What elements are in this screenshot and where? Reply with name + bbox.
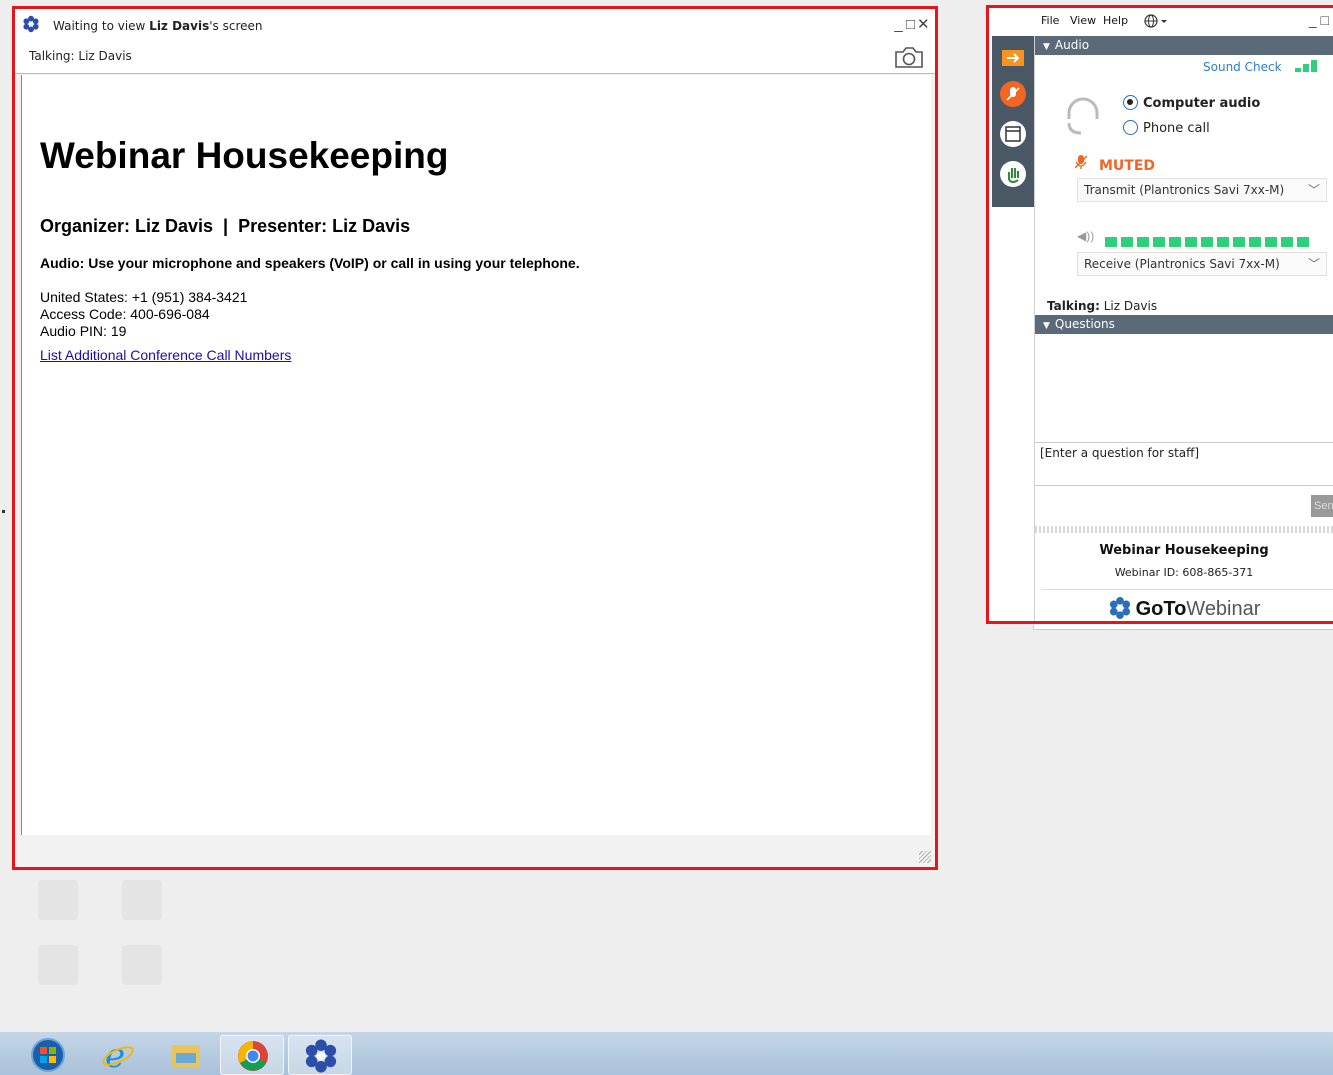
panel-minimize-button[interactable]: _: [1309, 12, 1317, 28]
radio-unselected-icon: [1123, 120, 1138, 135]
taskbar: e: [0, 1031, 1333, 1075]
brand-webinar: Webinar: [1186, 598, 1261, 620]
phone-call-label: Phone call: [1143, 121, 1210, 136]
radio-selected-icon: [1123, 95, 1138, 110]
raise-hand-icon[interactable]: [999, 160, 1027, 188]
panel-window-controls: _ □: [1309, 12, 1329, 28]
menu-file[interactable]: File: [1041, 14, 1059, 27]
slide-audio-instructions: Audio: Use your microphone and speakers …: [40, 255, 580, 271]
brand-divider: [1041, 589, 1333, 590]
receive-device-select[interactable]: Receive (Plantronics Savi 7xx-M) ﹀: [1077, 252, 1327, 276]
computer-audio-option[interactable]: Computer audio: [1123, 95, 1260, 111]
panel-talking-status: Talking: Liz Davis: [1047, 299, 1157, 313]
chevron-down-icon: ﹀: [1307, 183, 1320, 197]
questions-section-label: Questions: [1054, 317, 1115, 331]
chevron-down-icon: ﹀: [1307, 257, 1320, 271]
receive-device-label: Receive (Plantronics Savi 7xx-M): [1084, 257, 1280, 271]
menu-view[interactable]: View: [1070, 14, 1096, 27]
resize-grip[interactable]: [919, 851, 931, 863]
muted-status: MUTED: [1074, 154, 1156, 174]
viewer-window-controls: _ □✕: [893, 15, 929, 33]
viewer-talking-bar: Talking: Liz Davis: [15, 45, 935, 74]
audio-section-label: Audio: [1054, 38, 1090, 52]
screen-window-icon[interactable]: [999, 120, 1027, 148]
maximize-button[interactable]: □: [905, 16, 917, 33]
desktop-icon[interactable]: [122, 945, 162, 985]
viewer-title-bar: Waiting to view Liz Davis's screen _ □✕: [15, 9, 935, 45]
viewer-talking-text: Talking: Liz Davis: [29, 49, 132, 63]
muted-label: MUTED: [1099, 158, 1156, 174]
panel-maximize-button[interactable]: □: [1321, 12, 1329, 28]
microphone-muted-icon[interactable]: [999, 80, 1027, 108]
viewer-title-name: Liz Davis: [149, 19, 210, 33]
speaker-icon: ◀)): [1077, 229, 1095, 243]
viewer-title: Waiting to view Liz Davis's screen: [53, 19, 263, 33]
desktop-icon[interactable]: [38, 880, 78, 920]
camera-icon[interactable]: [893, 44, 925, 70]
talking-label: Talking:: [1047, 299, 1100, 313]
screen-viewer-window: Waiting to view Liz Davis's screen _ □✕ T…: [12, 6, 938, 870]
minimize-button[interactable]: _: [893, 16, 905, 33]
collapse-arrow-icon[interactable]: [999, 44, 1027, 72]
menu-help[interactable]: Help: [1103, 14, 1128, 27]
questions-section-header[interactable]: ▼ Questions: [1035, 315, 1333, 334]
windows-start-icon[interactable]: [16, 1035, 80, 1075]
audio-section-header[interactable]: ▼ Audio: [1035, 36, 1333, 55]
shared-screen-content: Webinar Housekeeping Organizer: Liz Davi…: [21, 75, 931, 835]
globe-icon[interactable]: [1144, 14, 1168, 28]
desktop-icon[interactable]: [38, 945, 78, 985]
slide-subtitle: Organizer: Liz Davis | Presenter: Liz Da…: [40, 216, 411, 236]
slide-access-code: Access Code: 400-696-084: [40, 306, 210, 322]
gotowebinar-brand: GoToWebinar: [1035, 596, 1333, 621]
speaker-level-meter: [1105, 234, 1313, 252]
headset-icon: [1067, 97, 1099, 135]
slide-audio-pin: Audio PIN: 19: [40, 323, 127, 339]
question-input[interactable]: [Enter a question for staff]: [1035, 442, 1333, 486]
send-button[interactable]: Send: [1311, 495, 1333, 517]
close-button[interactable]: ✕: [917, 15, 930, 33]
triangle-down-icon: ▼: [1043, 42, 1050, 52]
triangle-down-icon: ▼: [1043, 321, 1050, 331]
viewer-title-suffix: 's screen: [209, 19, 263, 33]
talking-name: Liz Davis: [1103, 299, 1158, 313]
phone-call-option[interactable]: Phone call: [1123, 120, 1210, 136]
gotowebinar-control-panel: File View Help _ □ ▼ Audio Sound Check C…: [986, 5, 1333, 624]
muted-mic-icon: [1074, 154, 1088, 174]
panel-side-toolbar: [992, 36, 1034, 207]
panel-divider: [1035, 526, 1333, 533]
webinar-name: Webinar Housekeeping: [1099, 543, 1269, 558]
additional-numbers-link[interactable]: List Additional Conference Call Numbers: [40, 347, 291, 363]
panel-menu-bar: File View Help _ □: [989, 8, 1333, 36]
panel-bottom-edge: [1033, 624, 1333, 630]
computer-audio-label: Computer audio: [1143, 96, 1261, 111]
brand-goto: GoTo: [1135, 598, 1187, 620]
webinar-id: Webinar ID: 608-865-371: [1114, 566, 1254, 579]
panel-body: ▼ Audio Sound Check Computer audio Phone …: [1034, 36, 1333, 621]
chrome-icon[interactable]: [220, 1035, 284, 1075]
transmit-device-select[interactable]: Transmit (Plantronics Savi 7xx-M) ﹀: [1077, 178, 1327, 202]
file-explorer-icon[interactable]: [154, 1035, 218, 1075]
slide-title: Webinar Housekeeping: [40, 135, 449, 176]
gotowebinar-flower-icon: [1109, 596, 1130, 620]
internet-explorer-icon[interactable]: e: [86, 1035, 150, 1075]
sound-check-label: Sound Check: [1203, 60, 1282, 74]
slide-phone-number: United States: +1 (951) 384-3421: [40, 289, 248, 305]
desktop-icon[interactable]: [122, 880, 162, 920]
sound-check-link[interactable]: Sound Check: [1203, 60, 1325, 74]
gotowebinar-icon[interactable]: [288, 1035, 352, 1075]
viewer-title-prefix: Waiting to view: [53, 19, 150, 33]
gotowebinar-logo-icon: [23, 15, 39, 33]
desktop-mark: [2, 510, 5, 513]
transmit-device-label: Transmit (Plantronics Savi 7xx-M): [1084, 183, 1285, 197]
signal-bars-icon: [1295, 60, 1318, 72]
